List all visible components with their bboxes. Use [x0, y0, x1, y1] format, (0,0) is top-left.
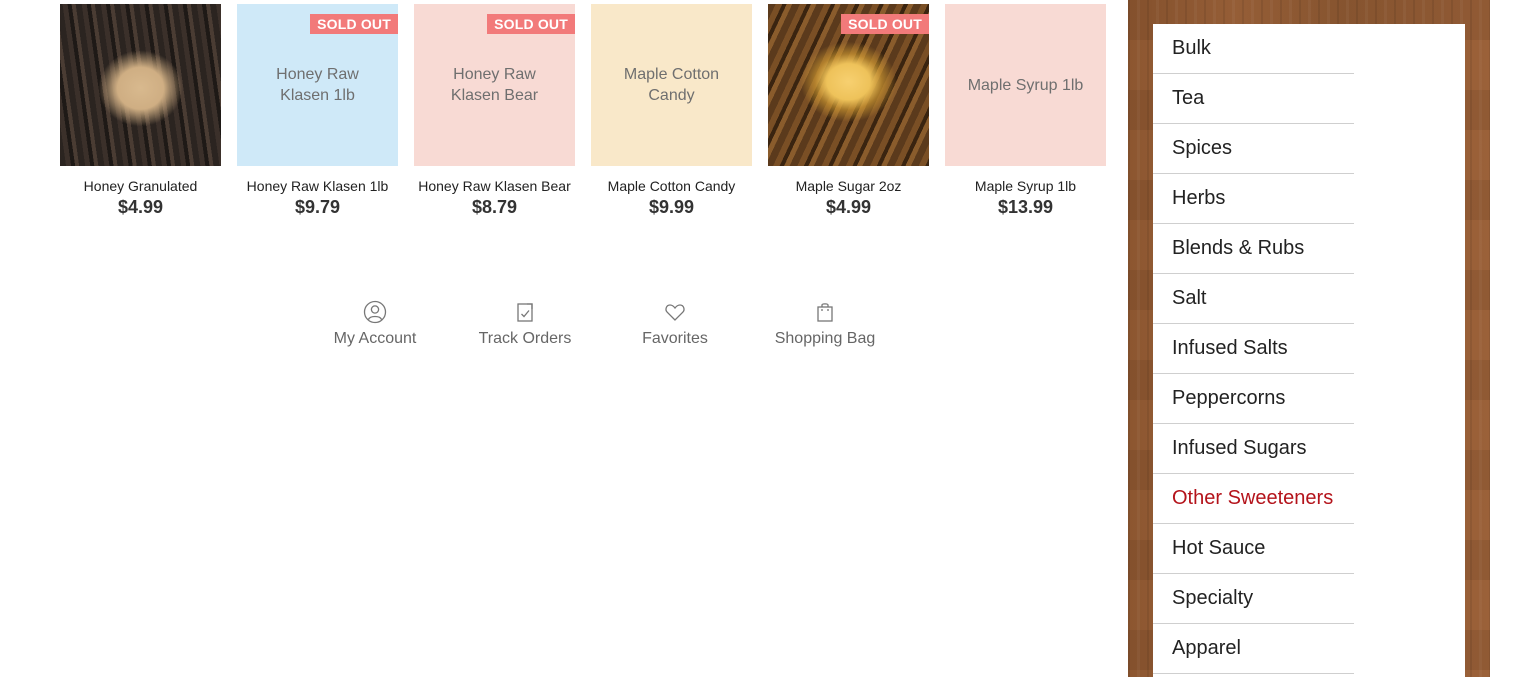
heart-icon — [665, 304, 685, 321]
product-card[interactable]: Honey Raw Klasen 1lb SOLD OUT Honey Raw … — [237, 4, 398, 218]
category-apparel[interactable]: Apparel — [1153, 624, 1354, 674]
product-card[interactable]: SOLD OUT Maple Sugar 2oz $4.99 — [768, 4, 929, 218]
product-image-placeholder[interactable]: Honey Raw Klasen Bear SOLD OUT — [414, 4, 575, 166]
product-image-placeholder[interactable]: Honey Raw Klasen 1lb SOLD OUT — [237, 4, 398, 166]
track-orders-icon — [517, 303, 533, 322]
category-peppercorns[interactable]: Peppercorns — [1153, 374, 1354, 424]
category-infused-salts[interactable]: Infused Salts — [1153, 324, 1354, 374]
category-other-sweeteners[interactable]: Other Sweeteners — [1153, 474, 1354, 524]
product-card[interactable]: Maple Syrup 1lb Maple Syrup 1lb $13.99 — [945, 4, 1106, 218]
account-icon — [363, 300, 387, 324]
my-account-link[interactable]: My Account — [300, 300, 450, 348]
favorites-label: Favorites — [642, 330, 708, 347]
category-tea[interactable]: Tea — [1153, 74, 1354, 124]
product-image[interactable] — [60, 4, 221, 166]
category-list: Bulk Tea Spices Herbs Blends & Rubs Salt… — [1153, 24, 1354, 674]
product-price: $4.99 — [825, 197, 872, 217]
product-name[interactable]: Honey Raw Klasen 1lb — [237, 178, 398, 194]
category-spices[interactable]: Spices — [1153, 124, 1354, 174]
product-image[interactable]: SOLD OUT — [768, 4, 929, 166]
category-specialty[interactable]: Specialty — [1153, 574, 1354, 624]
product-image-placeholder[interactable]: Maple Cotton Candy — [591, 4, 752, 166]
product-price: $4.99 — [117, 197, 164, 217]
product-image-placeholder[interactable]: Maple Syrup 1lb — [945, 4, 1106, 166]
placeholder-text: Maple Syrup 1lb — [967, 76, 1084, 94]
product-card[interactable]: Maple Cotton Candy Maple Cotton Candy $9… — [591, 4, 752, 218]
sold-out-badge: SOLD OUT — [841, 14, 929, 34]
product-price: $9.99 — [648, 197, 695, 217]
product-grid: Honey Granulated $4.99 Honey Raw Klasen … — [60, 4, 1106, 218]
product-price: $8.79 — [471, 197, 518, 217]
product-name[interactable]: Maple Sugar 2oz — [768, 178, 929, 194]
category-herbs[interactable]: Herbs — [1153, 174, 1354, 224]
shopping-bag-link[interactable]: Shopping Bag — [750, 300, 900, 348]
track-orders-label: Track Orders — [478, 330, 572, 347]
track-orders-link[interactable]: Track Orders — [450, 300, 600, 348]
sold-out-badge: SOLD OUT — [487, 14, 575, 34]
placeholder-text: Maple Cotton Candy — [623, 66, 720, 104]
my-account-label: My Account — [333, 330, 417, 347]
shopping-bag-label: Shopping Bag — [774, 330, 876, 347]
product-card[interactable]: Honey Raw Klasen Bear SOLD OUT Honey Raw… — [414, 4, 575, 218]
placeholder-text: Honey Raw Klasen Bear — [450, 66, 539, 104]
favorites-link[interactable]: Favorites — [600, 300, 750, 348]
product-price: $9.79 — [294, 197, 341, 217]
product-name[interactable]: Maple Syrup 1lb — [945, 178, 1106, 194]
sold-out-badge: SOLD OUT — [310, 14, 398, 34]
category-sidebar: Bulk Tea Spices Herbs Blends & Rubs Salt… — [1128, 0, 1490, 677]
product-name[interactable]: Honey Raw Klasen Bear — [414, 178, 575, 194]
category-blends-rubs[interactable]: Blends & Rubs — [1153, 224, 1354, 274]
product-price: $13.99 — [997, 197, 1054, 217]
category-bulk[interactable]: Bulk — [1153, 24, 1354, 74]
shopping-bag-icon — [817, 303, 833, 322]
footer-nav: My Account Track Orders Favorites Shoppi… — [300, 300, 900, 348]
category-salt[interactable]: Salt — [1153, 274, 1354, 324]
category-hot-sauce[interactable]: Hot Sauce — [1153, 524, 1354, 574]
category-panel: Bulk Tea Spices Herbs Blends & Rubs Salt… — [1153, 24, 1465, 677]
category-infused-sugars[interactable]: Infused Sugars — [1153, 424, 1354, 474]
product-card[interactable]: Honey Granulated $4.99 — [60, 4, 221, 218]
placeholder-text: Honey Raw Klasen 1lb — [276, 66, 359, 104]
product-name[interactable]: Maple Cotton Candy — [591, 178, 752, 194]
page: Honey Granulated $4.99 Honey Raw Klasen … — [0, 0, 1530, 677]
product-name[interactable]: Honey Granulated — [60, 178, 221, 194]
